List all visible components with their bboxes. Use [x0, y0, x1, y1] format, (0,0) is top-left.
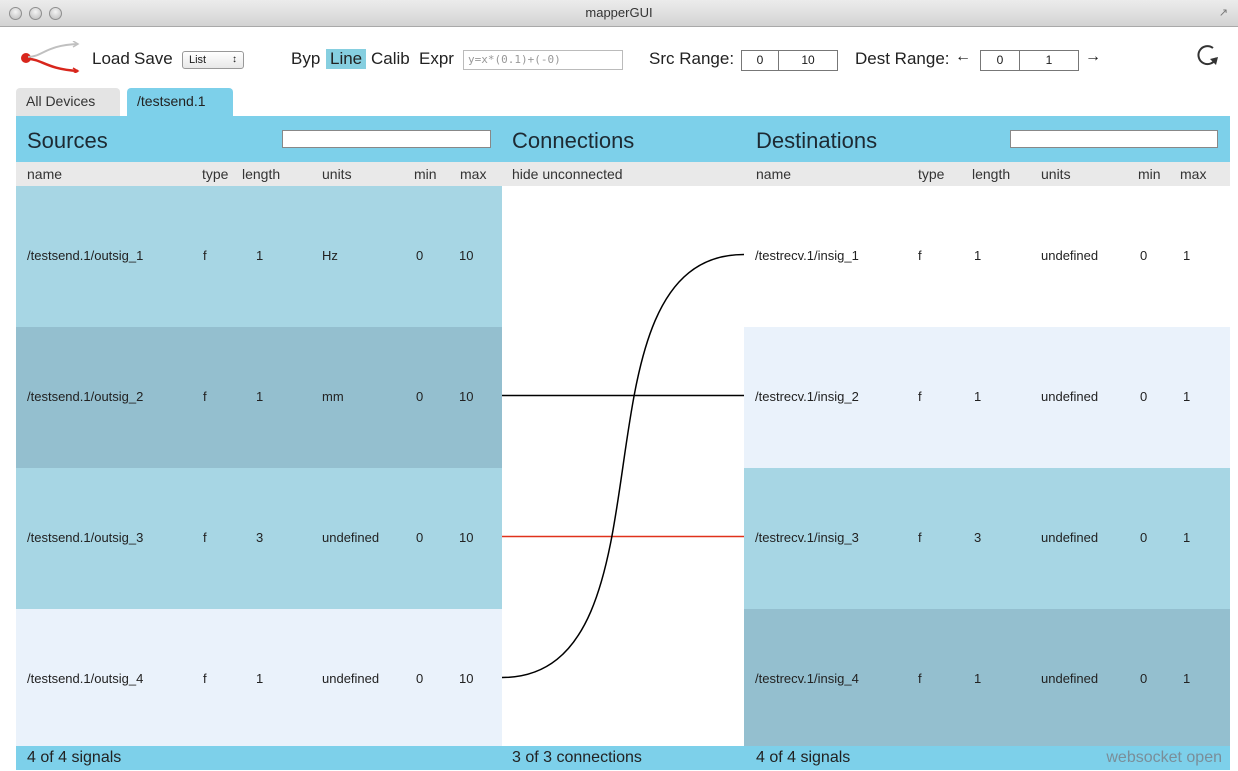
destinations-count: 4 of 4 signals: [756, 749, 851, 766]
sources-count: 4 of 4 signals: [27, 749, 122, 766]
websocket-status: websocket open: [1106, 749, 1222, 766]
connection-line[interactable]: [501, 253, 745, 679]
connections-count: 3 of 3 connections: [512, 749, 642, 766]
footer-bar: 4 of 4 signals 3 of 3 connections 4 of 4…: [16, 746, 1230, 770]
connections-canvas: [501, 253, 745, 679]
